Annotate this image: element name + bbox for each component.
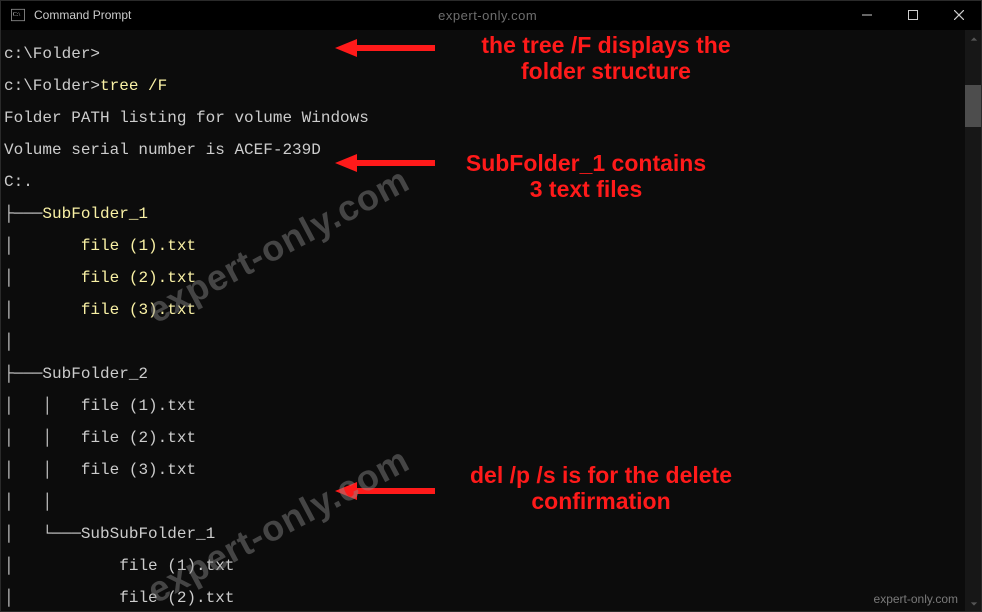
tree-pipe: │	[4, 333, 14, 351]
tree-pipe: │	[42, 397, 52, 415]
tree-pipe: │	[4, 461, 14, 479]
file-name: file (1).txt	[119, 557, 234, 575]
command-text: tree /F	[100, 77, 167, 95]
tree-pipe: │	[4, 269, 14, 287]
tree-pipe: │	[42, 461, 52, 479]
tree-pipe: │	[4, 589, 14, 607]
title-bar: C:\ Command Prompt expert-only.com	[0, 0, 982, 30]
cmd-icon: C:\	[10, 7, 26, 23]
vertical-scrollbar[interactable]	[965, 30, 982, 612]
file-name: file (1).txt	[81, 397, 196, 415]
tree-pipe: │	[4, 237, 14, 255]
tree-branch: ├───	[4, 365, 42, 383]
terminal-output[interactable]: c:\Folder> c:\Folder>tree /F Folder PATH…	[0, 30, 965, 612]
maximize-button[interactable]	[890, 0, 936, 30]
window-controls	[844, 0, 982, 30]
scroll-track[interactable]	[965, 47, 982, 595]
prompt: c:\Folder>	[4, 45, 100, 63]
close-button[interactable]	[936, 0, 982, 30]
tree-pipe: │	[4, 493, 14, 511]
file-name: file (2).txt	[119, 589, 234, 607]
folder-name: SubSubFolder_1	[81, 525, 215, 543]
tree-pipe: │	[42, 493, 52, 511]
tree-pipe: │	[4, 397, 14, 415]
folder-name: SubFolder_2	[42, 365, 148, 383]
file-name: file (2).txt	[81, 429, 196, 447]
tree-pipe: │	[4, 525, 14, 543]
minimize-button[interactable]	[844, 0, 890, 30]
prompt: c:\Folder>	[4, 77, 100, 95]
file-name: file (1).txt	[81, 237, 196, 255]
tree-pipe: │	[42, 429, 52, 447]
window-title: Command Prompt	[34, 8, 131, 22]
tree-pipe: │	[4, 557, 14, 575]
scroll-down-icon[interactable]	[965, 595, 982, 612]
output-text: C:.	[4, 173, 33, 191]
tree-pipe: │	[4, 429, 14, 447]
scroll-thumb[interactable]	[965, 85, 982, 127]
file-name: file (3).txt	[81, 301, 196, 319]
file-name: file (2).txt	[81, 269, 196, 287]
output-text: Folder PATH listing for volume Windows	[4, 109, 369, 127]
scroll-up-icon[interactable]	[965, 30, 982, 47]
folder-name: SubFolder_1	[42, 205, 148, 223]
file-name: file (3).txt	[81, 461, 196, 479]
tree-branch: └───	[42, 525, 80, 543]
tree-pipe: │	[4, 301, 14, 319]
svg-text:C:\: C:\	[13, 12, 21, 18]
tree-branch: ├───	[4, 205, 42, 223]
watermark-footer: expert-only.com	[874, 592, 958, 606]
output-text: Volume serial number is ACEF-239D	[4, 141, 321, 159]
watermark-header: expert-only.com	[131, 8, 844, 23]
